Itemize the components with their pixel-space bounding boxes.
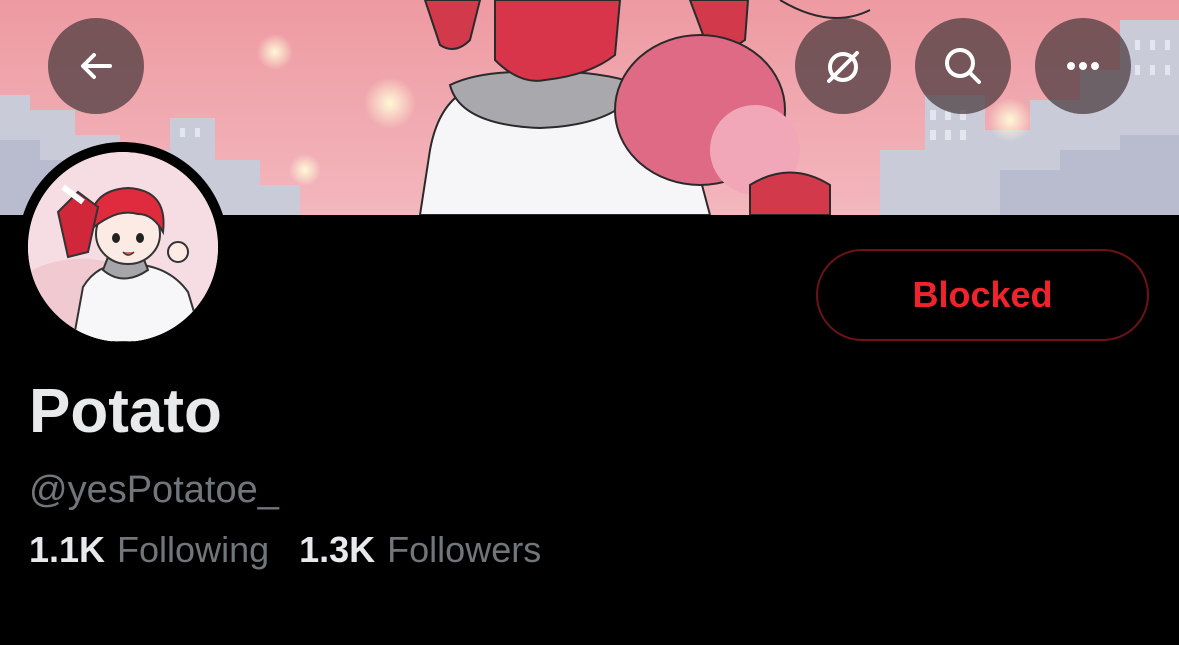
bell-slash-icon [827,51,859,83]
profile-stats: 1.1K Following 1.3K Followers [29,526,541,574]
search-button[interactable] [915,18,1011,114]
notifications-button[interactable] [795,18,891,114]
more-button[interactable] [1035,18,1131,114]
following-count: 1.1K [29,529,106,570]
blocked-button[interactable]: Blocked [816,249,1149,341]
profile-display-name: Potato [29,377,222,446]
avatar-image [28,152,218,342]
avatar[interactable] [18,142,228,352]
following-link[interactable]: 1.1K Following [29,526,269,574]
more-horizontal-icon [1067,62,1099,70]
arrow-left-icon [81,53,112,79]
back-button[interactable] [48,18,144,114]
profile-handle: @yesPotatoe_ [29,469,279,511]
search-icon [945,48,981,84]
blocked-button-label: Blocked [912,274,1053,315]
followers-link[interactable]: 1.3K Followers [299,526,541,574]
followers-count: 1.3K [299,529,376,570]
followers-label: Followers [387,529,542,570]
following-label: Following [117,529,270,570]
